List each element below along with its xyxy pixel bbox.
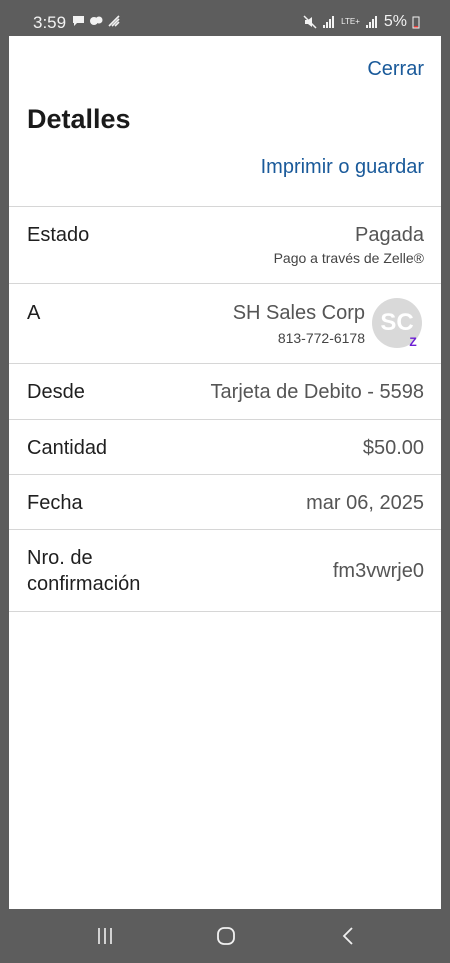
signal-icon-2 [365, 16, 377, 28]
message-icon [73, 16, 84, 26]
battery-percent: 5% [383, 13, 407, 30]
wifi-calling-icon [108, 15, 120, 27]
status-label: Estado [27, 224, 90, 246]
divider [9, 206, 441, 207]
back-icon[interactable] [333, 922, 363, 950]
close-button[interactable]: Cerrar [367, 58, 424, 81]
date-value: mar 06, 2025 [306, 492, 424, 514]
details-sheet: Cerrar Detalles Imprimir o guardar Estad… [9, 36, 441, 909]
network-type: LTE+ [341, 17, 360, 26]
battery-icon [412, 16, 420, 29]
confirmation-value: fm3vwrje0 [332, 560, 424, 582]
divider [9, 474, 441, 475]
status-bar: 3:59 LTE+ 5% [0, 0, 450, 36]
home-icon[interactable] [211, 922, 241, 950]
divider [9, 419, 441, 420]
print-or-save-button[interactable]: Imprimir o guardar [261, 156, 424, 179]
chat-icon [90, 16, 103, 25]
from-value: Tarjeta de Debito - 5598 [210, 381, 424, 403]
status-time: 3:59 [33, 13, 67, 32]
status-right: LTE+ 5% [303, 13, 420, 31]
from-label: Desde [27, 381, 85, 403]
divider [9, 283, 441, 284]
date-label: Fecha [27, 492, 83, 514]
mute-icon [303, 15, 317, 29]
recipient-phone: 813-772-6178 [277, 330, 365, 346]
zelle-badge-icon: Z [409, 335, 417, 349]
confirmation-label-line1: Nro. de [27, 547, 93, 569]
divider [9, 529, 441, 530]
page-title: Detalles [27, 104, 131, 134]
signal-icon [323, 16, 335, 28]
recipient-name: SH Sales Corp [232, 302, 365, 324]
divider [9, 363, 441, 364]
amount-value: $50.00 [362, 437, 424, 459]
divider [9, 611, 441, 612]
recents-icon[interactable] [90, 922, 120, 950]
zelle-payment-note: Pago a través de Zelle® [273, 250, 424, 266]
confirmation-label: Nro. de confirmación [27, 545, 140, 597]
notification-icons [72, 15, 121, 27]
status-value: Pagada [355, 224, 424, 246]
system-nav-bar [0, 909, 450, 963]
recipient-label: A [27, 302, 41, 324]
confirmation-label-line2: confirmación [27, 573, 141, 595]
amount-label: Cantidad [27, 437, 108, 459]
